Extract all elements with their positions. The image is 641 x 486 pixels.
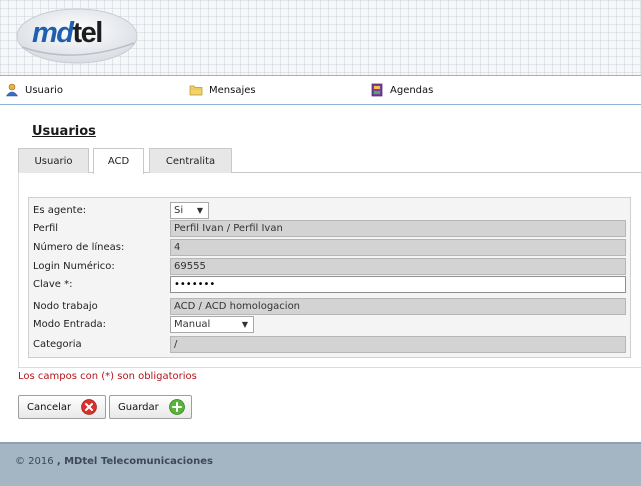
numero-lineas-field[interactable]: 4 bbox=[170, 239, 626, 256]
chevron-down-icon: ▼ bbox=[196, 206, 203, 215]
tab-centralita[interactable]: Centralita bbox=[149, 148, 232, 173]
copyright-year: © 2016 bbox=[15, 456, 54, 467]
footer: © 2016 , MDtel Telecomunicaciones bbox=[0, 442, 641, 486]
clave-password-field[interactable]: ••••••• bbox=[170, 276, 626, 293]
menu-item-label: Mensajes bbox=[209, 84, 256, 96]
mdtel-logo: mdtel bbox=[14, 3, 140, 65]
cancel-button[interactable]: Cancelar bbox=[18, 395, 106, 419]
agenda-book-icon bbox=[370, 83, 384, 97]
tab-usuario[interactable]: Usuario bbox=[18, 148, 89, 173]
cancel-x-icon bbox=[81, 399, 97, 415]
modo-entrada-label: Modo Entrada: bbox=[33, 319, 107, 330]
es-agente-label: Es agente: bbox=[33, 205, 87, 216]
menu-item-mensajes[interactable]: Mensajes bbox=[189, 82, 256, 98]
perfil-label: Perfil bbox=[33, 223, 59, 234]
menu-item-label: Agendas bbox=[390, 84, 434, 96]
login-numerico-field[interactable]: 69555 bbox=[170, 258, 626, 275]
logo-md: md bbox=[32, 17, 74, 49]
login-numerico-label: Login Numérico: bbox=[33, 261, 115, 272]
perfil-field[interactable]: Perfil Ivan / Perfil Ivan bbox=[170, 220, 626, 237]
numero-lineas-label: Número de líneas: bbox=[33, 242, 125, 253]
required-fields-note: Los campos con (*) son obligatorios bbox=[18, 371, 197, 382]
add-plus-icon bbox=[168, 399, 185, 415]
clave-label: Clave *: bbox=[33, 279, 73, 290]
tab-acd[interactable]: ACD bbox=[93, 148, 144, 174]
company-name: , MDtel Telecomunicaciones bbox=[56, 456, 213, 467]
save-button[interactable]: Guardar bbox=[109, 395, 192, 419]
cancel-button-label: Cancelar bbox=[27, 401, 72, 413]
user-icon bbox=[5, 83, 19, 97]
page-title: Usuarios bbox=[32, 124, 96, 139]
categoria-field[interactable]: / bbox=[170, 336, 626, 353]
folder-icon bbox=[189, 83, 203, 97]
nodo-trabajo-field[interactable]: ACD / ACD homologacion bbox=[170, 298, 626, 315]
top-menu: Usuario Mensajes Agendas bbox=[0, 75, 641, 105]
es-agente-select[interactable]: Si ▼ bbox=[170, 202, 209, 219]
nodo-trabajo-label: Nodo trabajo bbox=[33, 301, 98, 312]
save-button-label: Guardar bbox=[118, 401, 159, 413]
modo-entrada-value: Manual bbox=[174, 319, 211, 330]
categoria-label: Categoria bbox=[33, 339, 82, 350]
menu-item-agendas[interactable]: Agendas bbox=[370, 82, 433, 98]
menu-item-usuario[interactable]: Usuario bbox=[5, 82, 63, 98]
chevron-down-icon: ▼ bbox=[241, 320, 248, 329]
footer-copyright: © 2016 , MDtel Telecomunicaciones bbox=[15, 456, 213, 467]
header: mdtel bbox=[0, 0, 641, 77]
menu-item-label: Usuario bbox=[25, 84, 64, 96]
logo-tel: tel bbox=[72, 17, 104, 49]
modo-entrada-select[interactable]: Manual ▼ bbox=[170, 316, 254, 333]
es-agente-value: Si bbox=[174, 205, 184, 216]
